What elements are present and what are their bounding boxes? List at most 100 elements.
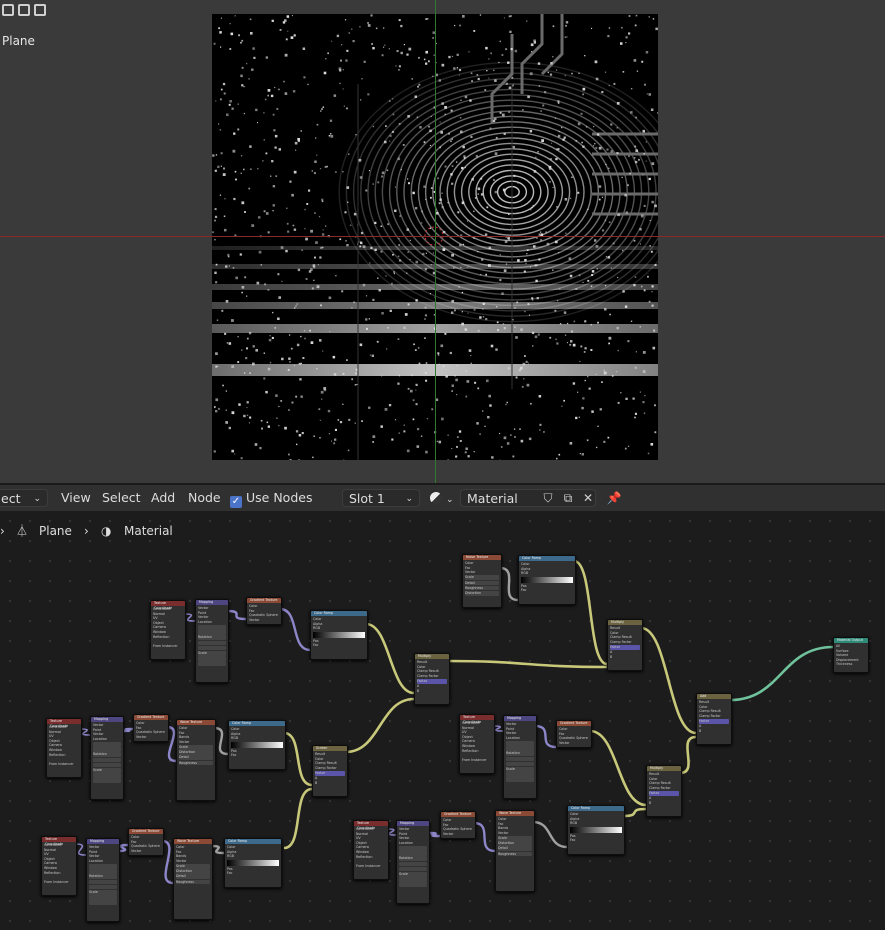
node-header[interactable]: Gradient Texture <box>134 715 168 720</box>
mix-node-3[interactable]: Screen Result Color Clamp Result Clamp Facto… <box>312 745 348 797</box>
mapping-node-3[interactable]: Mapping Vector Point Vector Location Rotation… <box>90 716 124 800</box>
node-socket-row[interactable]: Roughness <box>176 879 210 885</box>
node-socket-row[interactable]: Clamp Factor <box>315 766 345 771</box>
texcoord-node-3[interactable]: Texture Coordinate Generated Normal UV Objec… <box>46 718 82 778</box>
mapping-node-1[interactable]: Mapping Vector Point Vector Location Rotation… <box>195 599 229 683</box>
node-socket-row[interactable]: Scale <box>506 766 534 772</box>
node-socket-row[interactable]: Location <box>198 620 226 625</box>
node-socket-row[interactable]: From Instancer <box>49 762 79 767</box>
node-socket-row[interactable]: B <box>699 729 729 734</box>
node-socket-row[interactable]: RGB <box>521 571 573 576</box>
node-socket-row[interactable]: B <box>417 689 447 694</box>
node-socket-row[interactable]: RGB <box>570 821 622 826</box>
node-socket-row[interactable]: Roughness <box>465 585 499 591</box>
lasso-icon[interactable] <box>34 4 46 16</box>
box-select-icon[interactable] <box>2 4 14 16</box>
node-socket-row[interactable]: From Instancer <box>44 880 74 885</box>
add-menu[interactable]: Add <box>151 489 175 507</box>
color-ramp-gradient[interactable] <box>231 741 283 748</box>
node-socket-row[interactable]: Vector <box>249 618 279 623</box>
noise-node-2[interactable]: Noise Texture Color Fac Vector Scale Detail Ro… <box>462 554 502 608</box>
node-socket-row[interactable]: Vector <box>559 741 589 746</box>
view-menu[interactable]: View <box>61 489 91 507</box>
node-menu[interactable]: Node <box>188 489 221 507</box>
node-socket-row[interactable]: Distortion <box>179 750 213 755</box>
node-socket-row[interactable]: Distortion <box>465 590 499 596</box>
node-socket-row[interactable]: Scale <box>176 863 210 869</box>
node-socket-row[interactable]: Thickness <box>836 662 866 667</box>
texcoord-node-5[interactable]: Texture Coordinate Generated Normal UV Objec… <box>459 714 495 774</box>
node-header[interactable]: Material Output <box>834 638 868 643</box>
color-ramp-gradient[interactable] <box>570 826 622 833</box>
node-socket-row[interactable]: Scale <box>198 650 226 656</box>
node-socket-row[interactable]: Roughness <box>498 851 532 857</box>
node-header[interactable]: Gradient Texture <box>247 598 281 603</box>
node-socket-row[interactable]: Location <box>506 736 534 741</box>
mapping-node-6[interactable]: Mapping Vector Point Vector Location Rotation… <box>396 820 430 904</box>
node-socket-row[interactable]: RGB <box>313 626 365 631</box>
colorramp-node-3[interactable]: Color Ramp Color Alpha RGB Pos Fac <box>228 720 286 770</box>
node-socket-row[interactable]: Factor <box>699 718 729 724</box>
gradient-node-5[interactable]: Gradient Texture Color Fac Quadratic Sphere… <box>556 720 592 748</box>
node-socket-row[interactable]: Vector <box>443 832 473 837</box>
mix-node-5[interactable]: Add Result Color Clamp Result Clamp Factor Fa… <box>696 693 732 745</box>
node-socket-row[interactable]: Distortion <box>176 869 210 874</box>
node-socket-row[interactable]: Fac <box>570 838 622 843</box>
node-socket-row[interactable]: Scale <box>399 871 427 877</box>
node-socket-row[interactable]: Roughness <box>179 760 213 766</box>
node-socket-row[interactable]: From Instancer <box>462 758 492 763</box>
node-header[interactable]: Gradient Texture <box>441 812 475 817</box>
node-socket-row[interactable]: Scale <box>465 575 499 580</box>
node-socket-row[interactable]: Location <box>89 859 117 864</box>
color-ramp-gradient[interactable] <box>227 859 279 866</box>
mapping-node-5[interactable]: Mapping Vector Point Vector Location Rotation… <box>503 715 537 799</box>
mix-node-1[interactable]: Multiply Result Color Clamp Result Clamp Fac… <box>414 653 450 705</box>
texcoord-node-1[interactable]: Texture Coordinate Generated Normal UV Objec… <box>150 600 186 660</box>
node-socket-row[interactable]: RGB <box>231 736 283 741</box>
node-socket-row[interactable]: B <box>610 655 640 660</box>
node-socket-row[interactable]: From Instancer <box>356 864 386 869</box>
node-socket-row[interactable]: From Instancer <box>153 644 183 649</box>
node-socket-row[interactable]: Scale <box>179 744 213 750</box>
node-socket-row[interactable]: Vector <box>131 849 161 854</box>
node-socket-row[interactable]: Vector <box>179 740 213 745</box>
node-socket-row[interactable]: Location <box>399 841 427 846</box>
use-nodes-toggle[interactable]: ✓ Use Nodes <box>230 489 312 508</box>
texcoord-node-4[interactable]: Texture Coordinate Generated Normal UV Objec… <box>41 836 77 896</box>
node-socket-row[interactable]: Rotation <box>399 856 427 861</box>
colorramp-node-5[interactable]: Color Ramp Color Alpha RGB Pos Fac <box>567 805 625 855</box>
3d-viewport[interactable]: Plane <box>0 0 885 483</box>
node-socket-row[interactable]: B <box>649 801 679 806</box>
node-socket-row[interactable]: Rotation <box>89 874 117 879</box>
wave-node-3[interactable]: Wave Texture Color Fac Bands Vector Scale Dist… <box>495 810 535 892</box>
wave-node-2[interactable]: Wave Texture Color Fac Bands Vector Scale Dist… <box>173 838 213 920</box>
node-socket-row[interactable]: Detail <box>176 874 210 879</box>
node-socket-row[interactable]: Detail <box>465 580 499 586</box>
node-socket-row[interactable]: Vector <box>465 570 499 575</box>
select-menu[interactable]: Select <box>102 489 141 507</box>
slot-dropdown[interactable]: Slot 1 ⌄ <box>342 489 420 507</box>
texcoord-node-6[interactable]: Texture Coordinate Generated Normal UV Objec… <box>353 820 389 880</box>
node-socket-row[interactable]: Rotation <box>93 752 121 757</box>
node-socket-row[interactable]: Rotation <box>198 635 226 640</box>
colorramp-node-2[interactable]: Color Ramp Color Alpha RGB Pos Fac <box>518 555 576 605</box>
node-socket-row[interactable]: Fac <box>231 753 283 758</box>
node-socket-row[interactable]: Factor <box>610 644 640 650</box>
node-socket-row[interactable]: Factor <box>417 678 447 684</box>
pin-icon[interactable]: 📌 <box>606 490 622 506</box>
mix-node-2[interactable]: Multiply Result Color Clamp Result Clamp Fac… <box>607 619 643 671</box>
node-socket-row[interactable]: Clamp Factor <box>417 674 447 679</box>
color-ramp-gradient[interactable] <box>313 631 365 638</box>
duplicate-icon[interactable]: ⧉ <box>560 490 576 506</box>
node-socket-row[interactable]: Scale <box>498 835 532 841</box>
node-socket-row[interactable]: Vector <box>498 831 532 836</box>
node-socket-row[interactable]: Location <box>93 737 121 742</box>
node-socket-row[interactable]: Factor <box>315 770 345 776</box>
mix-node-4[interactable]: Multiply Result Color Clamp Result Clamp Fac… <box>646 765 682 817</box>
node-header[interactable]: Gradient Texture <box>557 721 591 726</box>
select-mode-dropdown[interactable]: ect ⌄ <box>0 489 48 507</box>
color-ramp-gradient[interactable] <box>521 576 573 583</box>
node-socket-row[interactable]: Clamp Factor <box>699 714 729 719</box>
node-socket-row[interactable]: Fac <box>313 643 365 648</box>
node-socket-row[interactable]: Detail <box>179 755 213 760</box>
